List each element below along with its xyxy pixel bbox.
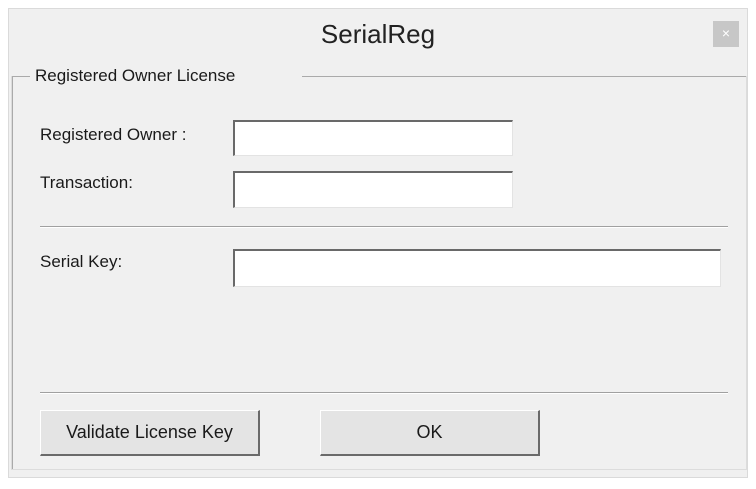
registered-owner-label: Registered Owner : xyxy=(40,125,187,144)
group-border-top-left xyxy=(12,76,30,77)
window-title: SerialReg xyxy=(320,19,436,49)
group-border-left xyxy=(12,76,13,469)
transaction-label: Transaction: xyxy=(40,173,133,192)
validate-license-key-button[interactable]: Validate License Key xyxy=(40,410,260,456)
title-bar[interactable]: SerialReg × xyxy=(9,9,747,65)
group-title: Registered Owner License xyxy=(33,66,238,86)
serial-key-label: Serial Key: xyxy=(40,252,123,271)
separator-top xyxy=(40,226,728,228)
serialreg-dialog: SerialReg × Registered Owner License Reg… xyxy=(8,8,748,478)
serial-key-input[interactable] xyxy=(233,249,721,287)
separator-bottom xyxy=(40,392,728,394)
ok-button[interactable]: OK xyxy=(320,410,540,456)
registered-owner-input[interactable] xyxy=(233,120,513,156)
close-icon[interactable]: × xyxy=(713,21,739,47)
group-border-top-right xyxy=(302,76,746,77)
transaction-input[interactable] xyxy=(233,171,513,208)
registered-owner-license-group: Registered Owner License Registered Owne… xyxy=(11,66,747,470)
